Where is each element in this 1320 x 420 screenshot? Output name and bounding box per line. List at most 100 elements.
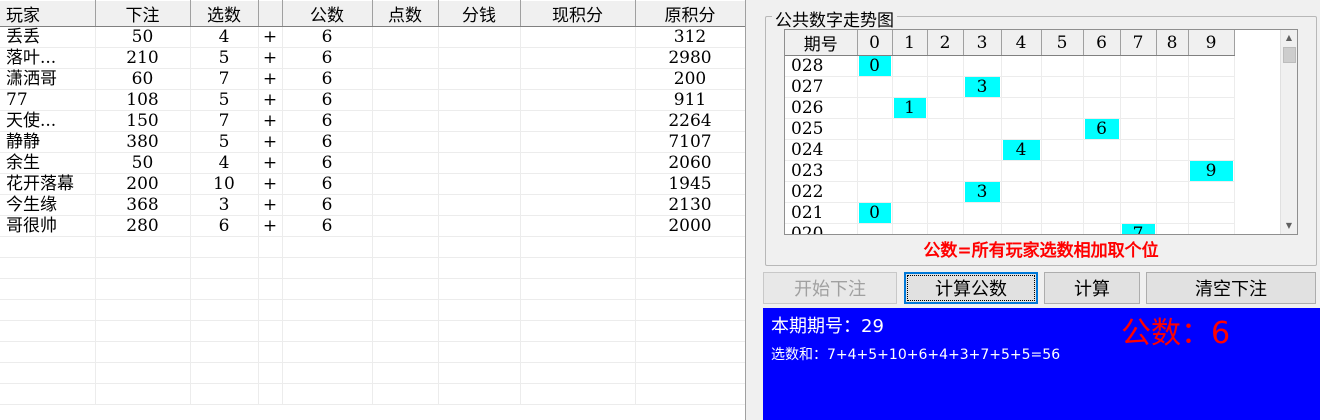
trend-cell <box>927 118 964 140</box>
trend-grid[interactable]: 期号 0 1 2 3 4 5 6 7 8 9 028 0 027 3 026 1 025 6 024 4 023 9 022… <box>784 29 1298 235</box>
start-bet-button[interactable]: 开始下注 <box>763 272 897 304</box>
empty-cell <box>438 320 521 342</box>
players-grid[interactable]: 玩家 下注 选数 公数 点数 分钱 现积分 原积分 丢丢 50 4 +6 312 落叶... 210 5 +6… <box>0 0 746 420</box>
trend-row[interactable]: 024 4 <box>785 139 1235 161</box>
trend-row[interactable]: 028 0 <box>785 55 1235 77</box>
trend-cell <box>1120 160 1157 182</box>
trend-cell <box>1188 55 1235 77</box>
scroll-up-arrow-icon[interactable]: ▲ <box>1281 30 1297 46</box>
player-cell: 7 <box>190 68 259 90</box>
players-table: 玩家 下注 选数 公数 点数 分钱 现积分 原积分 丢丢 50 4 +6 312 落叶... 210 5 +6… <box>0 0 745 405</box>
player-cell: 6 <box>282 152 373 174</box>
calc-button[interactable]: 计算 <box>1044 272 1140 304</box>
player-cell: 200 <box>635 68 745 90</box>
trend-hit-cell: 0 <box>857 55 893 77</box>
player-cell: + <box>258 89 283 111</box>
player-cell <box>520 89 636 111</box>
trend-cell <box>1083 139 1121 161</box>
empty-cell <box>0 320 96 342</box>
player-cell: 丢丢 <box>0 26 96 48</box>
player-cell: 60 <box>95 68 191 90</box>
empty-cell <box>372 236 439 258</box>
scroll-thumb[interactable] <box>1283 47 1296 63</box>
empty-cell <box>635 341 745 363</box>
trend-row[interactable]: 022 3 <box>785 181 1235 203</box>
players-column-header[interactable]: 现积分 <box>520 0 636 27</box>
trend-cell <box>1188 202 1235 224</box>
empty-row[interactable] <box>0 383 745 405</box>
trend-hit-value: 3 <box>964 77 1000 97</box>
player-row[interactable]: 落叶... 210 5 +6 2980 <box>0 47 745 69</box>
player-cell <box>520 152 636 174</box>
player-row[interactable]: 77 108 5 +6 911 <box>0 89 745 111</box>
empty-cell <box>282 257 373 279</box>
empty-cell <box>258 362 283 384</box>
empty-cell <box>282 383 373 405</box>
player-row[interactable]: 天使... 150 7 +6 2264 <box>0 110 745 132</box>
trend-cell <box>1083 76 1121 98</box>
player-row[interactable]: 潇洒哥 60 7 +6 200 <box>0 68 745 90</box>
empty-cell <box>190 320 259 342</box>
trend-cell <box>857 118 893 140</box>
player-row[interactable]: 静静 380 5 +6 7107 <box>0 131 745 153</box>
player-row[interactable]: 丢丢 50 4 +6 312 <box>0 26 745 48</box>
empty-cell <box>258 278 283 300</box>
trend-row[interactable]: 023 9 <box>785 160 1235 182</box>
empty-cell <box>282 320 373 342</box>
player-cell <box>372 47 439 69</box>
trend-cell <box>1156 118 1189 140</box>
empty-cell <box>282 362 373 384</box>
player-cell: 50 <box>95 152 191 174</box>
empty-cell <box>438 383 521 405</box>
players-column-header[interactable]: 下注 <box>95 0 191 27</box>
player-cell: + <box>258 47 283 69</box>
player-cell <box>438 110 521 132</box>
empty-row[interactable] <box>0 299 745 321</box>
trend-cell <box>1188 97 1235 119</box>
empty-cell <box>438 362 521 384</box>
trend-cell <box>1041 181 1084 203</box>
players-column-header[interactable] <box>258 0 283 27</box>
player-cell: + <box>258 215 283 237</box>
player-cell: 4 <box>190 26 259 48</box>
players-column-header[interactable]: 选数 <box>190 0 259 27</box>
empty-row[interactable] <box>0 362 745 384</box>
players-column-header[interactable]: 玩家 <box>0 0 96 27</box>
empty-cell <box>438 278 521 300</box>
player-cell: 6 <box>282 131 373 153</box>
player-row[interactable]: 哥很帅 280 6 +6 2000 <box>0 215 745 237</box>
trend-row[interactable]: 027 3 <box>785 76 1235 98</box>
scroll-down-arrow-icon[interactable]: ▼ <box>1281 218 1297 234</box>
player-row[interactable]: 今生缘 368 3 +6 2130 <box>0 194 745 216</box>
trend-cell <box>1156 55 1189 77</box>
empty-cell <box>282 278 373 300</box>
player-cell: 今生缘 <box>0 194 96 216</box>
trend-cell <box>927 181 964 203</box>
player-row[interactable]: 余生 50 4 +6 2060 <box>0 152 745 174</box>
players-column-header[interactable]: 分钱 <box>438 0 521 27</box>
trend-cell <box>1120 76 1157 98</box>
empty-row[interactable] <box>0 257 745 279</box>
player-cell <box>372 215 439 237</box>
player-cell <box>520 173 636 195</box>
trend-row[interactable]: 021 0 <box>785 202 1235 224</box>
empty-row[interactable] <box>0 341 745 363</box>
calc-public-button[interactable]: 计算公数 <box>904 272 1038 304</box>
players-column-header[interactable]: 公数 <box>282 0 373 27</box>
empty-row[interactable] <box>0 236 745 258</box>
players-column-header[interactable]: 原积分 <box>635 0 745 27</box>
clear-bets-button[interactable]: 清空下注 <box>1146 272 1316 304</box>
trend-cell <box>1041 160 1084 182</box>
trend-hit-cell: 0 <box>857 202 893 224</box>
trend-cell <box>1041 76 1084 98</box>
empty-row[interactable] <box>0 320 745 342</box>
trend-row[interactable]: 025 6 <box>785 118 1235 140</box>
trend-row[interactable]: 026 1 <box>785 97 1235 119</box>
player-row[interactable]: 花开落幕 200 10 +6 1945 <box>0 173 745 195</box>
empty-cell <box>635 278 745 300</box>
empty-row[interactable] <box>0 278 745 300</box>
trend-scrollbar[interactable]: ▲ ▼ <box>1280 30 1297 234</box>
players-column-header[interactable]: 点数 <box>372 0 439 27</box>
trend-row[interactable]: 020 7 <box>785 223 1235 234</box>
trend-period-cell: 020 <box>785 223 858 234</box>
